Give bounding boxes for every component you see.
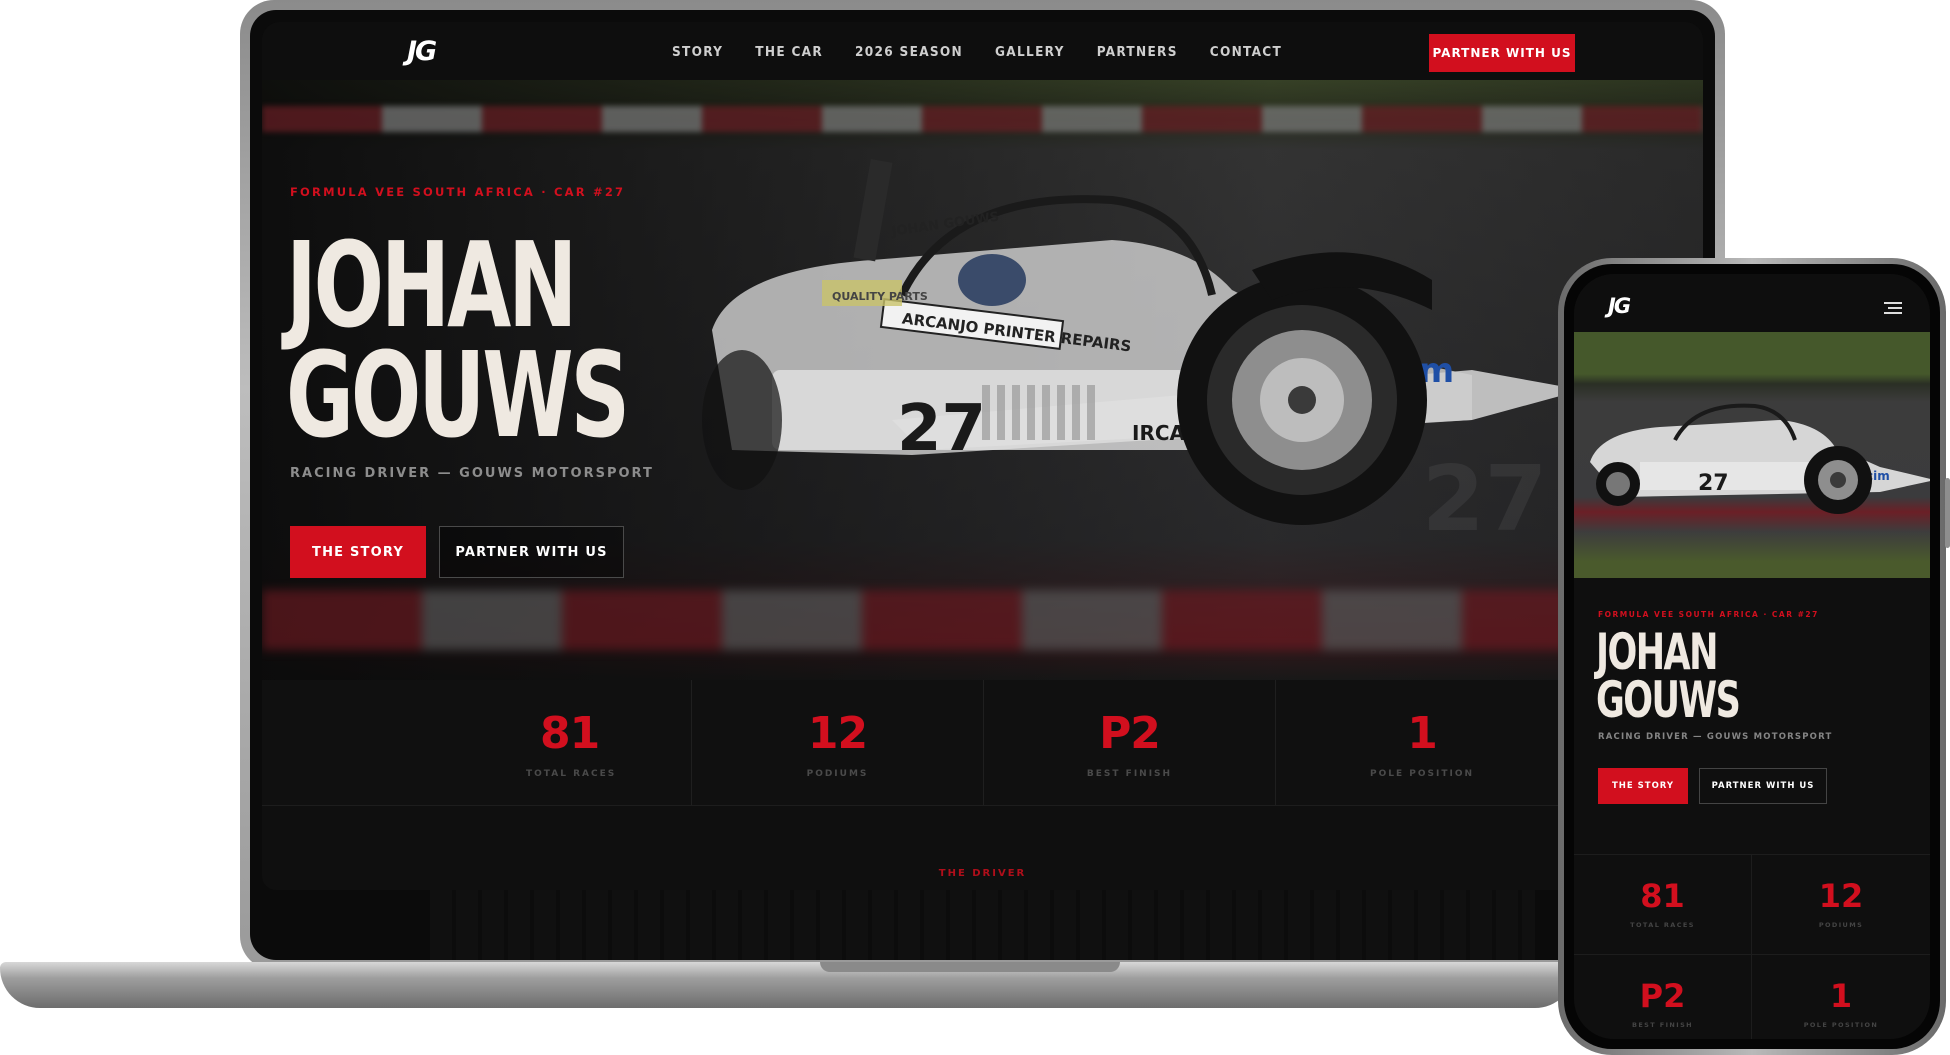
stat-label: PODIUMS	[1818, 921, 1864, 929]
stat-value: 81	[1640, 877, 1685, 915]
phone-device: JG 27 cim FORMULA VEE SOUTH AFRICA · CAR…	[1558, 258, 1950, 1055]
phone-side-button	[1945, 478, 1950, 548]
stat-podiums: 12 PODIUMS	[692, 680, 984, 805]
track-kerb-foreground	[262, 590, 1703, 650]
nav-link-partners[interactable]: PARTNERS	[1097, 44, 1178, 60]
laptop-base	[0, 962, 1575, 1008]
mobile-stats-grid: 81 TOTAL RACES 12 PODIUMS P2 BEST FINISH…	[1574, 854, 1930, 1039]
keyboard-reflection	[430, 890, 1535, 960]
stat-total-races: 81 TOTAL RACES	[262, 680, 692, 805]
stat-label: PODIUMS	[806, 769, 869, 779]
stat-label: POLE POSITION	[1803, 1020, 1879, 1029]
stat-value: 12	[1818, 877, 1864, 915]
stat-label: TOTAL RACES	[1630, 921, 1695, 929]
mobile-the-story-button[interactable]: THE STORY	[1598, 768, 1688, 804]
site-logo[interactable]: JG	[407, 36, 437, 67]
partner-with-us-nav-button[interactable]: PARTNER WITH US	[1429, 34, 1575, 72]
stat-value: 81	[540, 708, 600, 759]
stat-value: P2	[1639, 976, 1686, 1015]
hero-title-last-name: GOUWS	[286, 326, 630, 464]
nav-link-the-car[interactable]: THE CAR	[755, 44, 823, 60]
desktop-site: JG STORY THE CAR 2026 SEASON GALLERY PAR…	[262, 22, 1703, 890]
laptop-bezel: JG STORY THE CAR 2026 SEASON GALLERY PAR…	[250, 10, 1715, 960]
next-section-label: THE DRIVER	[938, 868, 1027, 879]
mobile-site-logo[interactable]: JG	[1608, 294, 1631, 318]
mobile-navigation: JG	[1574, 274, 1930, 332]
stat-label: BEST FINISH	[1631, 1020, 1693, 1029]
hero-section: ARCANJO PRINTER REPAIRS JOHAN GOUWS QUAL…	[262, 80, 1703, 680]
svg-text:27: 27	[1422, 447, 1547, 540]
mobile-hero-title-first-name: JOHAN	[1596, 623, 1719, 681]
mobile-site: JG 27 cim FORMULA VEE SOUTH AFRICA · CAR…	[1574, 274, 1930, 1039]
stats-bar: 81 TOTAL RACES 12 PODIUMS P2 BEST FINISH…	[262, 680, 1703, 806]
stat-pole-position: 1 POLE POSITION	[1276, 680, 1568, 805]
nav-link-story[interactable]: STORY	[672, 44, 723, 60]
svg-text:IRCA: IRCA	[1132, 421, 1186, 445]
nav-link-gallery[interactable]: GALLERY	[995, 44, 1065, 60]
mobile-stat-best-finish: P2 BEST FINISH	[1574, 954, 1752, 1039]
laptop-device: JG STORY THE CAR 2026 SEASON GALLERY PAR…	[240, 0, 1725, 970]
stat-value: 1	[1407, 708, 1438, 759]
mobile-hero-subtitle: RACING DRIVER — GOUWS MOTORSPORT	[1598, 732, 1833, 742]
mobile-hero-image: 27 cim	[1574, 332, 1930, 578]
hero-title: JOHAN GOUWS	[286, 216, 630, 464]
nav-links: STORY THE CAR 2026 SEASON GALLERY PARTNE…	[672, 44, 1282, 60]
mobile-hero-eyebrow: FORMULA VEE SOUTH AFRICA · CAR #27	[1598, 610, 1819, 619]
mobile-partner-with-us-button[interactable]: PARTNER WITH US	[1699, 768, 1827, 804]
hero-title-first-name: JOHAN	[286, 216, 577, 354]
hamburger-menu-icon[interactable]	[1884, 302, 1902, 317]
nav-link-2026-season[interactable]: 2026 SEASON	[855, 44, 963, 60]
phone-bezel: JG 27 cim FORMULA VEE SOUTH AFRICA · CAR…	[1564, 264, 1940, 1049]
stat-label: POLE POSITION	[1369, 769, 1474, 779]
hero-subtitle: RACING DRIVER — GOUWS MOTORSPORT	[290, 466, 654, 481]
mobile-hero-title-last-name: GOUWS	[1596, 671, 1741, 729]
partner-with-us-button[interactable]: PARTNER WITH US	[439, 526, 624, 578]
stat-value: 12	[807, 708, 868, 759]
laptop-trackpad-notch	[820, 962, 1120, 972]
stat-best-finish: P2 BEST FINISH	[984, 680, 1276, 805]
stat-value: 1	[1829, 976, 1853, 1015]
stat-value: P2	[1099, 708, 1161, 759]
nav-link-contact[interactable]: CONTACT	[1210, 44, 1282, 60]
mobile-stat-total-races: 81 TOTAL RACES	[1574, 855, 1752, 955]
race-car-image: ARCANJO PRINTER REPAIRS JOHAN GOUWS QUAL…	[702, 159, 1582, 540]
stat-label: TOTAL RACES	[526, 769, 617, 779]
svg-text:27: 27	[1698, 471, 1729, 496]
mobile-stat-pole-position: 1 POLE POSITION	[1752, 955, 1930, 1040]
top-navigation: JG STORY THE CAR 2026 SEASON GALLERY PAR…	[262, 22, 1703, 80]
stat-label: BEST FINISH	[1086, 769, 1173, 779]
car-number-27: 27	[897, 392, 986, 466]
mobile-stat-podiums: 12 PODIUMS	[1752, 855, 1930, 955]
svg-text:QUALITY PARTS: QUALITY PARTS	[832, 290, 928, 303]
the-story-button[interactable]: THE STORY	[290, 526, 426, 578]
mobile-race-car-image: 27 cim	[1590, 403, 1930, 514]
mobile-hero-title: JOHAN GOUWS	[1596, 623, 1741, 729]
hero-eyebrow: FORMULA VEE SOUTH AFRICA · CAR #27	[290, 185, 626, 199]
